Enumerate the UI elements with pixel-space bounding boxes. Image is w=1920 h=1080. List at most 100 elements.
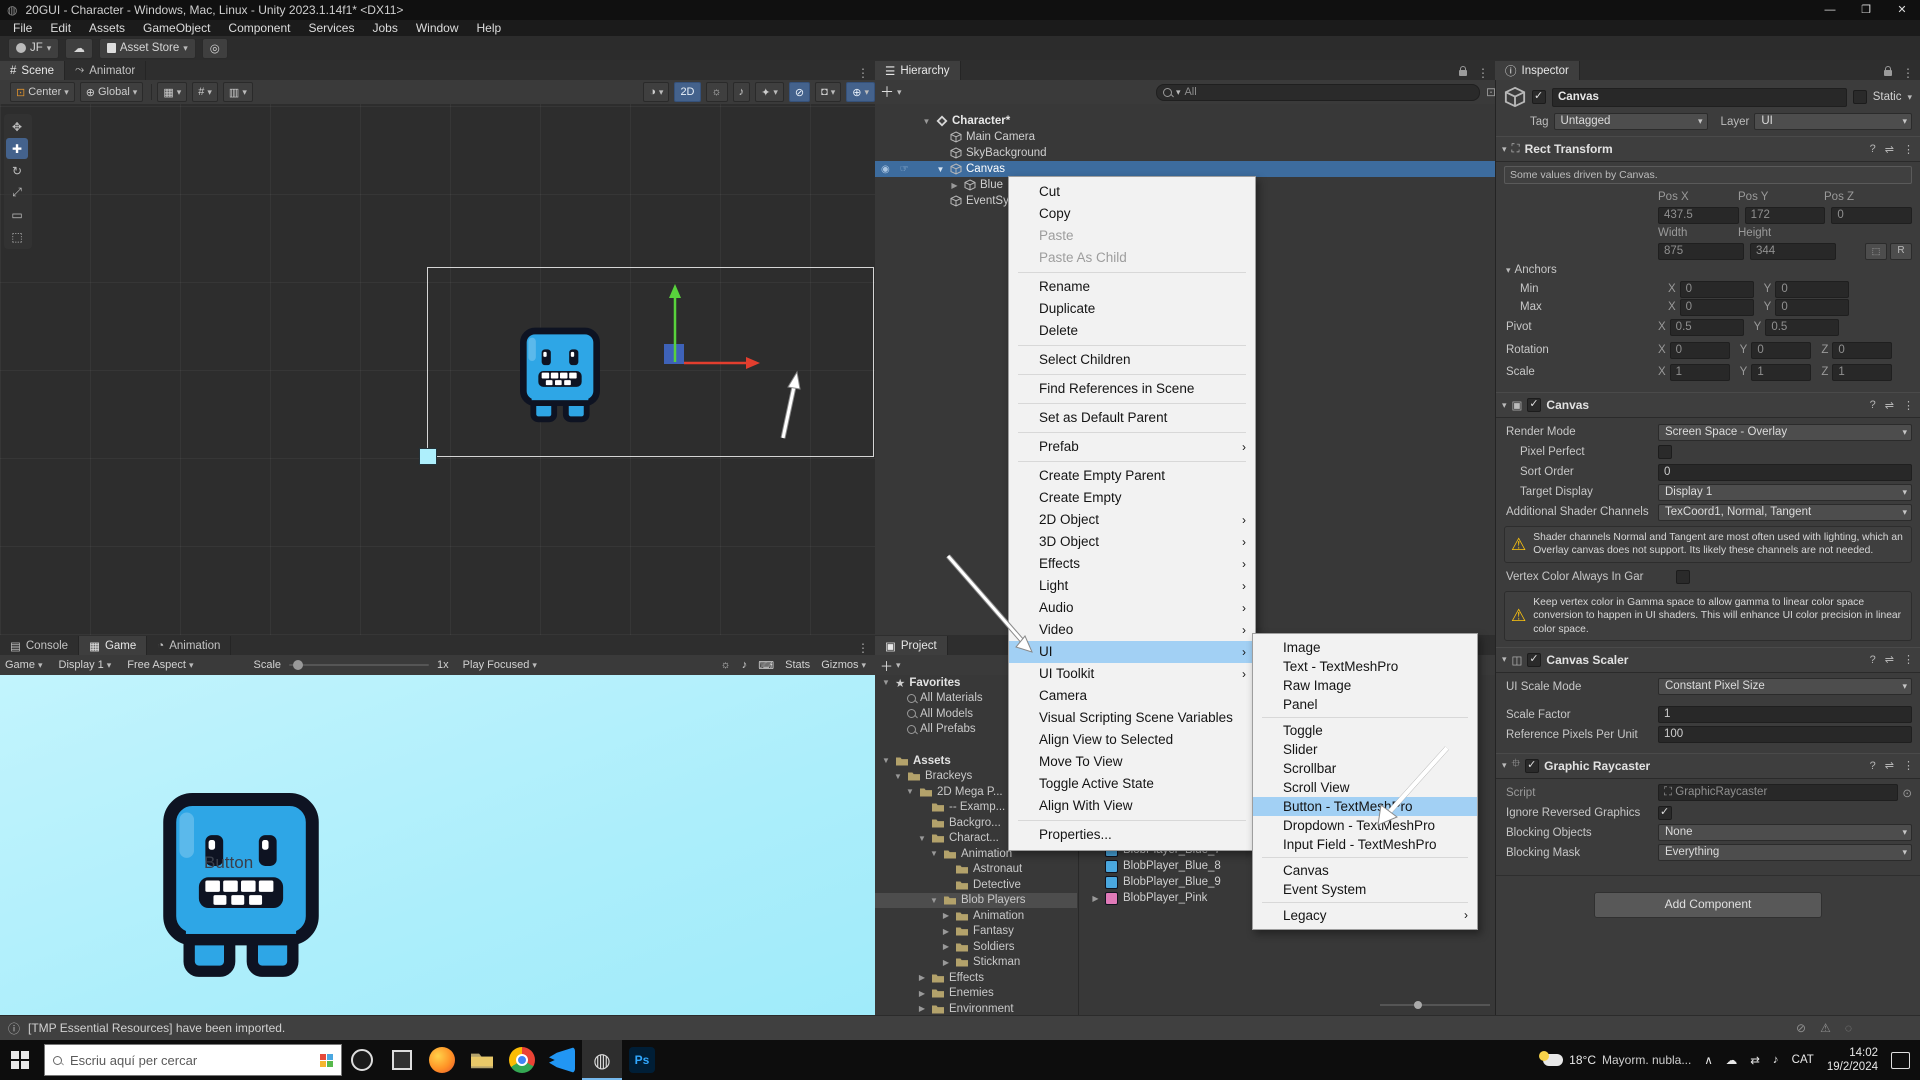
alert-icon[interactable]: ⚠ [1820,1021,1831,1035]
menu-item[interactable]: Move To View [1009,751,1255,773]
expand-arrow-icon[interactable]: ▶ [917,1004,927,1013]
vertex-color-checkbox[interactable] [1676,570,1690,584]
blueprint-mode-button[interactable]: ⬚ [1865,243,1887,260]
anchor-min-x-field[interactable]: 0 [1680,281,1754,298]
hierarchy-search-input[interactable]: ▾ All [1156,84,1480,101]
active-checkbox[interactable] [1532,90,1546,104]
cortana-icon[interactable] [342,1040,382,1080]
ui-button-label[interactable]: Button [204,853,253,873]
menu-item[interactable]: Visual Scripting Scene Variables [1009,707,1255,729]
menu-item[interactable]: Legacy› [1253,906,1477,925]
rotation-y-field[interactable]: 0 [1751,342,1811,359]
tab-animation[interactable]: ◔Animation [147,636,231,655]
mute-audio-icon[interactable]: ♪ [742,659,748,671]
menu-item[interactable]: Paste As Child [1009,247,1255,269]
presets-icon[interactable]: ⇌ [1885,143,1894,156]
shading-mode-dropdown[interactable]: ◑▾ [643,82,669,102]
menu-item[interactable]: Dropdown - TextMeshPro [1253,816,1477,835]
menu-item[interactable]: Raw Image [1253,676,1477,695]
pos-y-field[interactable]: 172 [1745,207,1826,224]
display-dropdown[interactable]: Display 1▾ [59,659,112,671]
tab-animator[interactable]: ⤳Animator [65,61,146,80]
ignore-reversed-checkbox[interactable] [1658,806,1672,820]
object-name-field[interactable]: Canvas [1552,88,1847,107]
shader-channels-dropdown[interactable]: TexCoord1, Normal, Tangent [1658,504,1912,521]
notification-center-icon[interactable] [1891,1052,1910,1069]
tool-handle-rotation-dropdown[interactable]: ⊕Global▾ [80,82,144,102]
target-display-dropdown[interactable]: Display 1 [1658,484,1912,501]
tab-project[interactable]: ▣Project [875,636,948,655]
scale-x-field[interactable]: 1 [1670,364,1730,381]
menu-item[interactable]: Duplicate [1009,298,1255,320]
menu-item[interactable]: Scrollbar [1253,759,1477,778]
render-mode-dropdown[interactable]: Screen Space - Overlay [1658,424,1912,441]
unity-taskbar-icon[interactable]: ◍ [582,1040,622,1080]
notifications-muted-icon[interactable]: ⊘ [1796,1021,1806,1035]
gizmos-dropdown[interactable]: Gizmos▾ [821,659,866,671]
project-folder-row[interactable]: ▼Blob Players [875,893,1077,909]
snap-settings-dropdown[interactable]: ▥▾ [223,82,253,102]
blocking-mask-dropdown[interactable]: Everything [1658,844,1912,861]
rect-transform-header[interactable]: ▾⛶ Rect Transform ?⇌⋮ [1496,136,1920,162]
tab-hierarchy[interactable]: ☰Hierarchy [875,61,961,80]
menu-item[interactable]: 3D Object› [1009,531,1255,553]
expand-arrow-icon[interactable]: ▶ [917,973,927,982]
anchor-min-y-field[interactable]: 0 [1775,281,1849,298]
collab-target-button[interactable]: ◎ [202,38,228,59]
project-folder-row[interactable]: ▶Animation [875,908,1077,924]
scene-viewport[interactable]: ✥ ✚ ↻ ⤢ ▭ ⬚ [0,104,875,635]
vsync-icon[interactable]: ☼ [721,659,731,671]
file-explorer-icon[interactable] [462,1040,502,1080]
menu-item[interactable]: Image [1253,638,1477,657]
width-field[interactable]: 875 [1658,243,1744,260]
canvas-component-header[interactable]: ▾▣ Canvas ?⇌⋮ [1496,392,1920,418]
menu-item[interactable]: Prefab› [1009,436,1255,458]
menu-item[interactable]: 2D Object› [1009,509,1255,531]
tab-scene[interactable]: #Scene [0,61,65,80]
project-folder-row[interactable]: ▶Effects [875,970,1077,986]
menu-item[interactable]: Rename [1009,276,1255,298]
more-icon[interactable]: ⋮ [1903,143,1914,156]
lock-icon[interactable] [1459,70,1467,76]
menu-item[interactable]: Text - TextMeshPro [1253,657,1477,676]
sort-order-field[interactable]: 0 [1658,464,1912,481]
menu-item[interactable]: Create Empty [1009,487,1255,509]
menu-item[interactable]: Scroll View [1253,778,1477,797]
expand-arrow-icon[interactable]: ▶ [949,181,960,190]
hierarchy-row[interactable]: SkyBackground [875,145,1495,161]
expand-arrow-icon[interactable]: ▶ [917,989,927,998]
menu-item[interactable]: Find References in Scene [1009,378,1255,400]
expand-arrow-icon[interactable]: ▶ [1091,894,1100,903]
menu-item[interactable]: UI› [1009,641,1255,663]
height-field[interactable]: 344 [1750,243,1836,260]
tag-dropdown[interactable]: Untagged [1554,113,1708,130]
project-folder-row[interactable]: Astronaut [875,862,1077,878]
object-picker-icon[interactable]: ⊙ [1902,786,1912,800]
menu-item[interactable]: Properties... [1009,824,1255,846]
menu-item[interactable]: Panel [1253,695,1477,714]
menu-item[interactable]: Select Children [1009,349,1255,371]
grid-snap-dropdown[interactable]: ▦▾ [157,82,187,102]
pick-icon[interactable]: ☞ [900,164,909,175]
static-checkbox[interactable] [1853,90,1867,104]
game-viewport[interactable]: Button [0,675,875,1015]
expand-arrow-icon[interactable]: ▶ [941,927,951,936]
expand-arrow-icon[interactable]: ▼ [881,756,891,765]
panel-menu-icon[interactable]: ⋮ [851,66,875,80]
menu-item[interactable]: Camera [1009,685,1255,707]
tab-inspector[interactable]: ⓘInspector [1495,61,1580,80]
project-folder-row[interactable]: Detective [875,877,1077,893]
scale-z-field[interactable]: 1 [1832,364,1892,381]
hierarchy-row[interactable]: ▼Character* [875,113,1495,129]
project-folder-row[interactable]: ▶Fantasy [875,924,1077,940]
minimize-button[interactable]: — [1812,0,1848,20]
pos-x-field[interactable]: 437.5 [1658,207,1739,224]
volume-icon[interactable]: ♪ [1773,1054,1779,1066]
tray-expand-icon[interactable]: ∧ [1704,1053,1712,1067]
firefox-icon[interactable] [422,1040,462,1080]
menu-services[interactable]: Services [299,21,363,35]
aspect-dropdown[interactable]: Free Aspect▾ [127,659,193,671]
project-folder-row[interactable]: ▶Environment [875,1001,1077,1015]
pixel-perfect-checkbox[interactable] [1658,445,1672,459]
expand-arrow-icon[interactable]: ▼ [881,678,891,687]
